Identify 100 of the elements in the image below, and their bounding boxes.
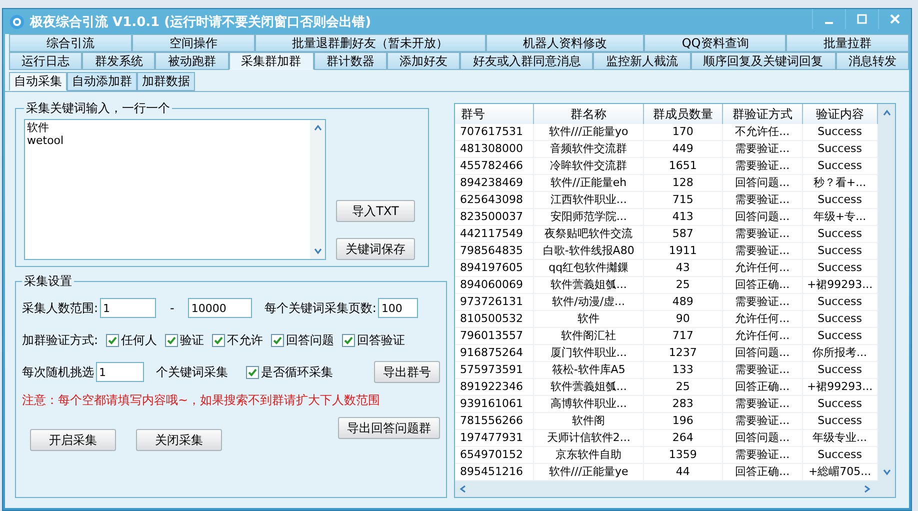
tab[interactable]: 好友或入群同意消息 [460,52,594,70]
table-cell: 允许任何... [723,311,803,327]
scrollbar[interactable] [878,104,895,481]
field-label: 每次随机挑选 [22,364,94,380]
table-cell: 455782466 [455,158,534,174]
tab[interactable]: 综合引流 [9,34,132,52]
tab[interactable]: 监控新人截流 [593,52,691,70]
table-cell: 781556266 [455,413,534,429]
table-cell: qq红包软件攡鏁 [534,260,644,276]
table-cell: 43 [644,260,724,276]
start-button[interactable]: 开启采集 [30,429,116,451]
table-cell: 不允许任... [723,124,803,140]
table-cell: 软件//正能量eh [534,175,644,191]
table-cell: 264 [644,430,724,446]
table-cell: 939161061 [455,396,534,412]
scroll-up-icon[interactable] [312,124,322,132]
table-cell: 449 [644,141,724,157]
verify-checkbox[interactable]: 任何人 [106,332,158,348]
pages-input[interactable]: 100 [378,298,418,318]
table-cell: 1651 [644,158,724,174]
table-cell: 196 [644,413,724,429]
action-button[interactable]: 关键词保存 [336,238,415,260]
table-cell: 707617531 [455,124,534,140]
table-cell: 软件/动漫/虚... [534,294,644,310]
verify-checkbox[interactable]: 验证 [165,332,204,348]
verify-checkbox[interactable]: 回答验证 [342,332,406,348]
field-label: 采集人数范围: [22,300,98,316]
table-cell: 回答问题... [723,345,803,361]
table-cell: 软件阁汇社 [534,328,644,344]
tab[interactable]: 自动采集 [9,72,67,91]
table-cell: 音频软件交流群 [534,141,644,157]
table-cell: 需要验证... [723,447,803,463]
scroll-down-icon[interactable] [312,247,322,255]
scroll-right-icon[interactable] [863,484,871,494]
scroll-left-icon[interactable] [459,484,467,494]
table-cell: 需要验证... [723,396,803,412]
table-cell: 25 [644,379,724,395]
table-cell: 973726131 [455,294,534,310]
min-input[interactable]: 1 [100,298,156,318]
keyword-line: 软件 [27,121,50,134]
verify-checkbox[interactable]: 回答问题 [271,332,334,348]
tab[interactable]: 加群数据 [137,72,195,91]
tab[interactable]: 批量拉群 [786,34,910,52]
table-cell: 891922346 [455,379,534,395]
tab[interactable]: 机器人资料修改 [486,34,644,52]
tab[interactable]: 群计数器 [314,52,388,70]
table-cell: 需要验证... [723,294,803,310]
max-input[interactable]: 10000 [188,298,252,318]
tab[interactable]: 自动添加群 [67,72,137,91]
column-header[interactable]: 群验证方式 [723,104,803,124]
table-cell: 白歌-软件线报A80 [534,243,644,259]
tab[interactable]: 消息转发 [836,52,910,70]
tab[interactable]: 顺序回复及关键词回复 [690,52,836,70]
table-cell: 软件蕓義姐瓠... [534,379,644,395]
table-cell: 需要验证... [723,226,803,242]
column-header[interactable]: 群成员数量 [644,104,724,124]
table-cell: 625643098 [455,192,534,208]
count-input[interactable]: 1 [96,362,144,382]
table-cell: 1237 [644,345,724,361]
keyword-input[interactable]: 软件 wetool [24,119,326,260]
action-button[interactable]: 导入TXT [336,200,415,222]
table-cell: 天师计信软件2... [534,430,644,446]
table-cell: 冷眸软件交流群 [534,158,644,174]
export-button[interactable]: 导出群号 [374,361,440,383]
tab[interactable]: 添加好友 [387,52,460,70]
check-icon [247,366,258,378]
tab[interactable]: 群发系统 [82,52,156,70]
tab[interactable]: 采集群加群 [228,52,314,70]
check-icon [343,334,354,346]
table-cell: 90 [644,311,724,327]
export-button[interactable]: 导出回答问题群 [338,417,440,439]
tab[interactable]: QQ资料查询 [644,34,786,52]
column-header[interactable]: 群号 [455,104,534,124]
tab[interactable]: 空间操作 [132,34,255,52]
table-cell: 软件阁 [534,413,644,429]
tab[interactable]: 被动跑群 [155,52,229,70]
check-icon [272,334,284,346]
table-cell: 回答问题... [723,175,803,191]
stop-button[interactable]: 关闭采集 [136,429,222,451]
close-icon [890,14,900,24]
scroll-down-icon[interactable] [882,468,892,476]
table-cell: 489 [644,294,724,310]
notice-text: 注意：每个空都请填写内容哦~，如果搜索不到群请扩大下人数范围 [22,392,382,409]
table-cell: 916875264 [455,345,534,361]
table-cell: 170 [644,124,724,140]
scrollbar[interactable] [455,481,895,497]
table-cell: 128 [644,175,724,191]
scroll-up-icon[interactable] [882,109,892,117]
column-header[interactable]: 群名称 [534,104,644,124]
table-cell: 软件 [534,311,644,327]
table-cell: 需要验证... [723,413,803,429]
tab[interactable]: 批量退群删好友（暂未开放） [254,34,486,52]
tab[interactable]: 运行日志 [9,52,82,70]
verify-checkbox[interactable]: 不允许 [212,332,264,348]
table-cell: 587 [644,226,724,242]
table-cell: 442117549 [455,226,534,242]
scrollbar[interactable] [310,120,325,259]
loop-checkbox[interactable]: 是否循环采集 [246,364,333,380]
table-cell: 25 [644,277,724,293]
table-cell: 133 [644,362,724,378]
